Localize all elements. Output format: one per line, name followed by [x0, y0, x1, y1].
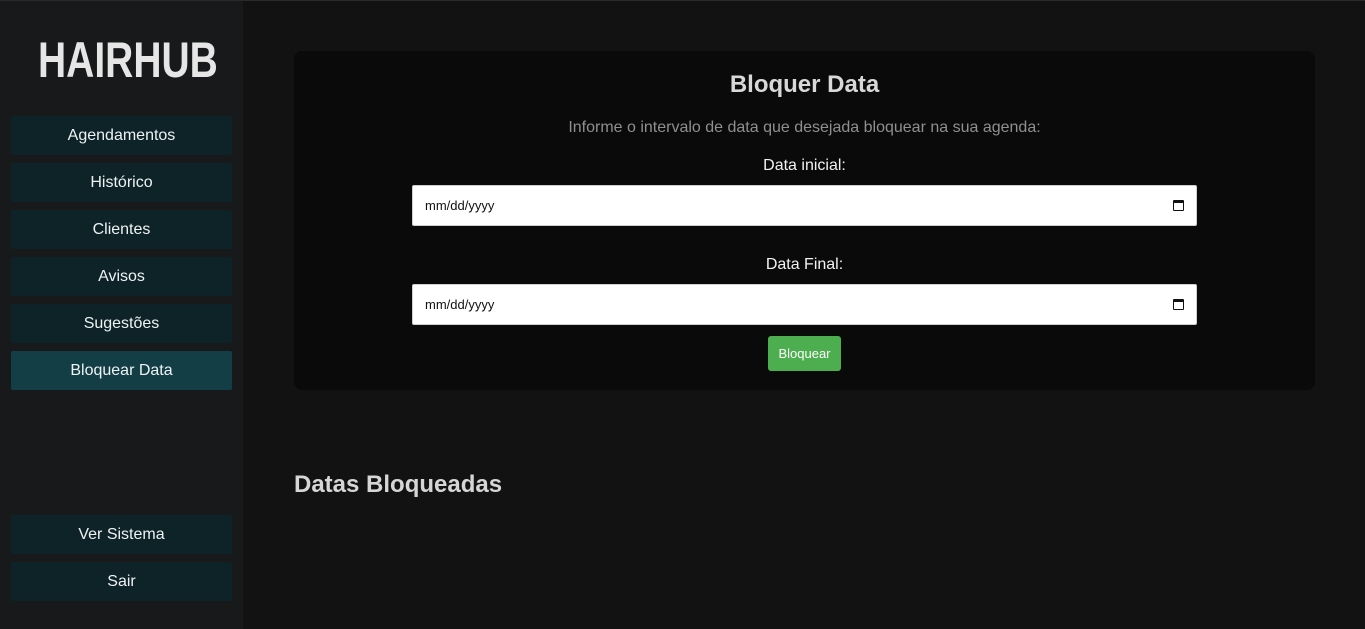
- sidebar-item-clientes[interactable]: Clientes: [11, 210, 232, 249]
- sidebar-item-sair[interactable]: Sair: [11, 562, 232, 601]
- calendar-icon[interactable]: [1173, 299, 1184, 310]
- block-button[interactable]: Bloquear: [768, 336, 841, 371]
- sidebar-item-avisos[interactable]: Avisos: [11, 257, 232, 296]
- form-title: Bloquer Data: [729, 71, 880, 98]
- calendar-icon[interactable]: [1173, 200, 1184, 211]
- sidebar-item-ver-sistema[interactable]: Ver Sistema: [11, 515, 232, 554]
- end-date-placeholder: mm/dd/yyyy: [425, 297, 495, 312]
- end-date-input[interactable]: mm/dd/yyyy: [412, 284, 1197, 325]
- sidebar-item-bloquear-data[interactable]: Bloquear Data: [11, 351, 232, 390]
- start-date-placeholder: mm/dd/yyyy: [425, 198, 495, 213]
- blocked-dates-title: Datas Bloqueadas: [294, 471, 503, 498]
- start-date-input[interactable]: mm/dd/yyyy: [412, 185, 1197, 226]
- app-window: HAIRHUB Agendamentos Histórico Clientes …: [0, 0, 1365, 629]
- end-date-label: Data Final:: [765, 256, 844, 273]
- brand-logo: HAIRHUB: [28, 22, 224, 98]
- sidebar: HAIRHUB Agendamentos Histórico Clientes …: [0, 1, 243, 629]
- sidebar-item-historico[interactable]: Histórico: [11, 163, 232, 202]
- start-date-label: Data inicial:: [763, 157, 846, 174]
- form-description: Informe o intervalo de data que desejada…: [568, 119, 1041, 136]
- sidebar-item-agendamentos[interactable]: Agendamentos: [11, 116, 232, 155]
- sidebar-item-sugestoes[interactable]: Sugestões: [11, 304, 232, 343]
- brand-name: HAIRHUB: [38, 32, 218, 88]
